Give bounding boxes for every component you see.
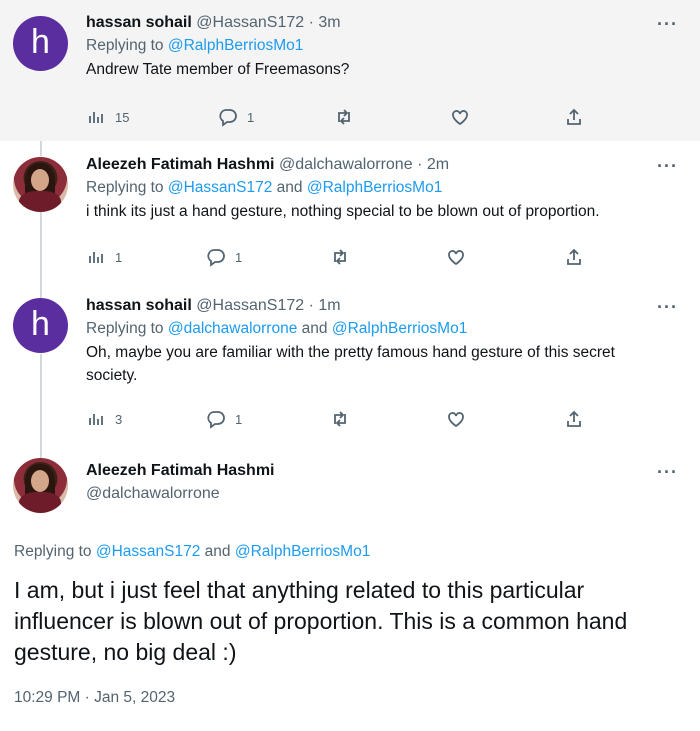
replying-to: Replying to @HassanS172 and @RalphBerrio… (86, 179, 660, 197)
mention-link[interactable]: @RalphBerriosMo1 (332, 320, 467, 337)
tweet-text: i think its just a hand gesture, nothing… (86, 203, 600, 220)
retweet-button[interactable] (334, 105, 363, 129)
reply-tweet[interactable]: Aleezeh Fatimah Hashmi @dalchawalorrone … (0, 141, 700, 282)
like-button[interactable] (450, 105, 479, 129)
analytics-icon (89, 414, 103, 425)
retweet-icon (334, 249, 346, 265)
share-button[interactable] (564, 407, 584, 431)
replying-to-label: Replying to (14, 543, 96, 560)
reply-tweet[interactable]: h hassan sohail @HassanS172 · 1m Replyin… (0, 282, 700, 444)
mention-joiner: and (297, 320, 332, 337)
user-handle[interactable]: @dalchawalorrone (279, 156, 413, 173)
display-name[interactable]: hassan sohail (86, 14, 192, 31)
tweet-text: I am, but i just feel that anything rela… (14, 577, 628, 665)
share-icon (567, 410, 581, 427)
replying-to-label: Replying to (86, 320, 168, 337)
tweet-text: Oh, maybe you are familiar with the pret… (86, 344, 615, 384)
retweet-button[interactable] (330, 407, 359, 431)
tweet-time[interactable]: · 2m (417, 156, 449, 173)
share-icon (567, 248, 581, 265)
views-button[interactable]: 3 (86, 407, 122, 431)
more-icon[interactable]: ··· (657, 156, 678, 177)
mention-link[interactable]: @HassanS172 (96, 543, 201, 560)
retweet-button[interactable] (330, 245, 359, 269)
avatar-photo-face (31, 169, 49, 191)
mention-link[interactable]: @HassanS172 (168, 179, 273, 196)
replying-to-label: Replying to (86, 179, 168, 196)
tweet-header: Aleezeh Fatimah Hashmi @dalchawalorrone … (86, 156, 660, 174)
retweet-icon (334, 411, 346, 427)
avatar[interactable] (13, 458, 68, 513)
avatar[interactable]: h (13, 16, 68, 71)
replying-to: Replying to @dalchawalorrone and @RalphB… (86, 320, 660, 338)
more-icon[interactable]: ··· (657, 297, 678, 318)
mention-link[interactable]: @RalphBerriosMo1 (307, 179, 442, 196)
display-name[interactable]: hassan sohail (86, 297, 192, 314)
reply-count: 1 (235, 249, 243, 265)
share-button[interactable] (564, 105, 584, 129)
heart-icon (448, 412, 464, 428)
tweet-actions: 3 1 (86, 407, 606, 431)
tweet-header: hassan sohail @HassanS172 · 3m (86, 14, 660, 32)
analytics-icon (89, 112, 103, 123)
views-button[interactable]: 1 (86, 245, 122, 269)
user-handle[interactable]: @HassanS172 (196, 14, 304, 31)
display-name[interactable]: Aleezeh Fatimah Hashmi (86, 156, 275, 173)
avatar[interactable] (13, 157, 68, 212)
mention-joiner: and (272, 179, 307, 196)
share-icon (567, 108, 581, 125)
tweet-header: hassan sohail @HassanS172 · 1m (86, 297, 660, 315)
reply-button[interactable]: 1 (218, 105, 254, 129)
views-count: 1 (115, 249, 123, 265)
replying-to: Replying to @RalphBerriosMo1 (86, 37, 660, 55)
user-handle[interactable]: @dalchawalorrone (86, 485, 275, 503)
retweet-icon (338, 109, 350, 125)
mention-link[interactable]: @RalphBerriosMo1 (168, 37, 303, 54)
heart-icon (448, 250, 464, 266)
reply-button[interactable]: 1 (206, 245, 242, 269)
views-count: 15 (115, 109, 130, 125)
more-icon[interactable]: ··· (657, 462, 678, 483)
views-count: 3 (115, 411, 123, 427)
views-button[interactable]: 15 (86, 105, 129, 129)
tweet-time[interactable]: · 1m (309, 297, 341, 314)
tweet-text: Andrew Tate member of Freemasons? (86, 61, 350, 78)
tweet-actions: 15 1 (86, 105, 606, 129)
main-tweet: Aleezeh Fatimah Hashmi @dalchawalorrone … (0, 444, 700, 731)
avatar[interactable]: h (13, 298, 68, 353)
comment-icon (207, 249, 225, 267)
mention-joiner: and (200, 543, 235, 560)
tweet-actions: 1 1 (86, 245, 606, 269)
tweet-timestamp[interactable]: 10:29 PM · Jan 5, 2023 (14, 689, 175, 707)
reply-count: 1 (235, 411, 243, 427)
reply-tweet[interactable]: h hassan sohail @HassanS172 · 3m Replyin… (0, 0, 700, 141)
replying-to: Replying to @HassanS172 and @RalphBerrio… (14, 543, 370, 561)
share-button[interactable] (564, 245, 584, 269)
mention-link[interactable]: @RalphBerriosMo1 (235, 543, 370, 560)
like-button[interactable] (446, 245, 475, 269)
like-button[interactable] (446, 407, 475, 431)
user-handle[interactable]: @HassanS172 (196, 297, 304, 314)
analytics-icon (89, 252, 103, 263)
display-name[interactable]: Aleezeh Fatimah Hashmi (86, 462, 275, 479)
tweet-header: Aleezeh Fatimah Hashmi @dalchawalorrone (86, 462, 275, 503)
comment-icon (207, 411, 225, 429)
comment-icon (219, 109, 237, 127)
avatar-photo-body (19, 191, 61, 212)
more-icon[interactable]: ··· (657, 14, 678, 35)
mention-link[interactable]: @dalchawalorrone (168, 320, 297, 337)
avatar-photo-face (31, 470, 49, 492)
reply-count: 1 (247, 109, 255, 125)
avatar-photo-body (19, 492, 61, 513)
heart-icon (452, 110, 468, 126)
replying-to-label: Replying to (86, 37, 168, 54)
tweet-time[interactable]: · 3m (309, 14, 341, 31)
reply-button[interactable]: 1 (206, 407, 242, 431)
